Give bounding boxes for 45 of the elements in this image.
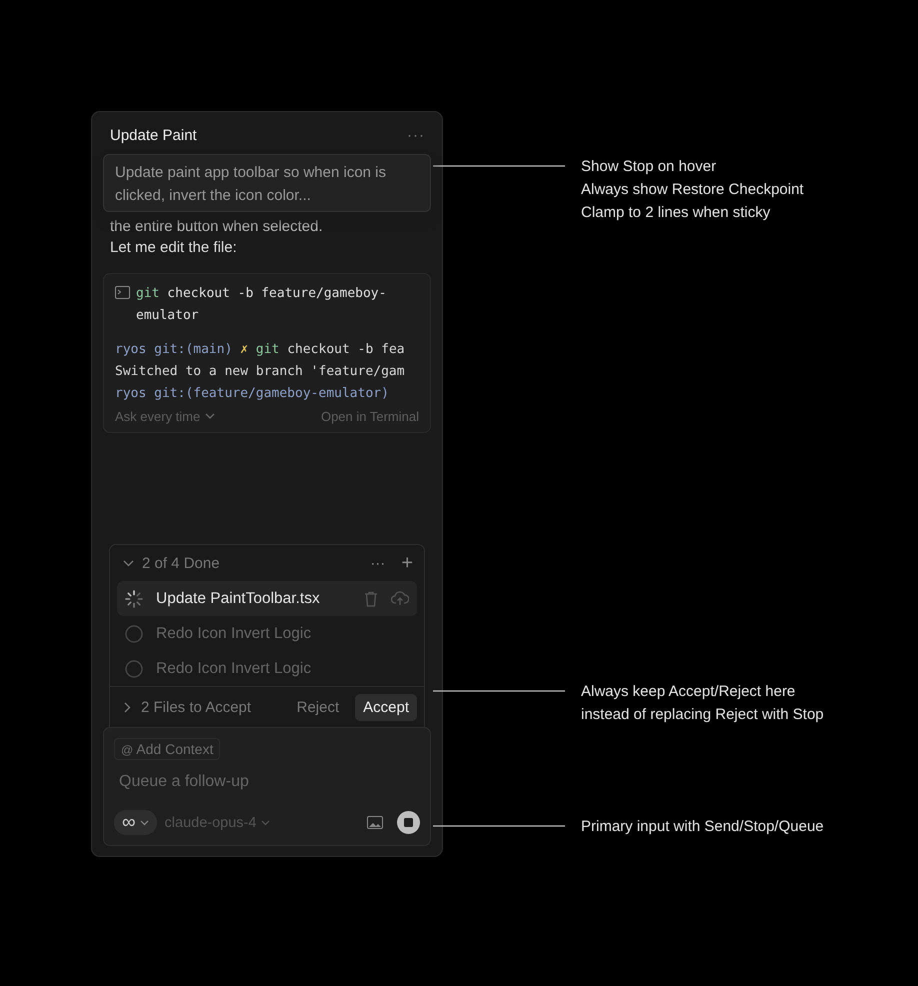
mode-dropdown[interactable]: ∞ — [114, 810, 157, 835]
todo-item[interactable]: Redo Icon Invert Logic — [117, 616, 417, 651]
chevron-icon[interactable] — [123, 560, 134, 566]
add-context-button[interactable]: @ Add Context — [114, 738, 220, 760]
terminal-output-line: ryos git:(main) ✗ git checkout -b fea — [115, 341, 406, 359]
more-button[interactable]: ··· — [370, 554, 386, 572]
caret-icon — [205, 413, 216, 420]
annotation-text: Primary input with Send/Stop/Queue — [581, 817, 824, 837]
caret-icon — [261, 820, 270, 826]
todo-label: Update PaintToolbar.tsx — [156, 590, 321, 608]
terminal-command: git checkout -b feature/gameboy-emulator — [136, 285, 388, 325]
todo-label: Redo Icon Invert Logic — [156, 624, 312, 642]
todo-item[interactable]: Update PaintToolbar.tsx — [117, 581, 417, 616]
permission-dropdown[interactable]: Ask every time — [115, 409, 216, 424]
todo-item[interactable]: Redo Icon Invert Logic — [117, 651, 417, 686]
empty-circle-icon — [125, 624, 143, 642]
spinner-icon — [125, 590, 143, 608]
annotation-text: instead of replacing Reject with Stop — [581, 705, 824, 725]
annotation-text: Always keep Accept/Reject here — [581, 682, 796, 702]
image-icon[interactable] — [367, 816, 383, 829]
terminal-output-line: ryos git:(feature/gameboy-emulator) — [115, 385, 390, 403]
empty-circle-icon — [125, 660, 143, 678]
annotation-text: Show Stop on hover — [581, 157, 718, 177]
annotation-text: Clamp to 2 lines when sticky — [581, 203, 772, 223]
trash-icon[interactable] — [364, 590, 378, 606]
terminal-output-line: Switched to a new branch 'feature/gam — [115, 363, 406, 381]
more-button[interactable]: ··· — [407, 126, 425, 144]
annotation-text: Always show Restore Checkpoint — [581, 180, 804, 200]
open-terminal-link[interactable]: Open in Terminal — [320, 409, 419, 424]
message-text: Let me edit the file: — [109, 238, 238, 258]
todo-label: Redo Icon Invert Logic — [156, 660, 312, 678]
reject-button[interactable]: Reject — [290, 694, 346, 720]
terminal-icon — [115, 286, 130, 299]
sticky-prompt[interactable]: Update paint app toolbar so when icon is clicked, invert the icon color... — [103, 154, 431, 212]
message-input[interactable]: Queue a follow-up — [119, 771, 420, 793]
add-button[interactable]: + — [401, 552, 413, 574]
message-text: the entire button when selected. — [109, 217, 324, 236]
panel-title: Update Paint — [110, 126, 197, 144]
accept-button[interactable]: Accept — [355, 694, 417, 720]
files-summary: 2 Files to Accept — [141, 698, 252, 716]
stop-button[interactable] — [397, 811, 420, 834]
caret-icon — [140, 820, 149, 826]
todo-summary: 2 of 4 Done — [142, 554, 221, 572]
chevron-icon[interactable] — [124, 702, 131, 712]
cloud-upload-icon[interactable] — [391, 591, 409, 606]
